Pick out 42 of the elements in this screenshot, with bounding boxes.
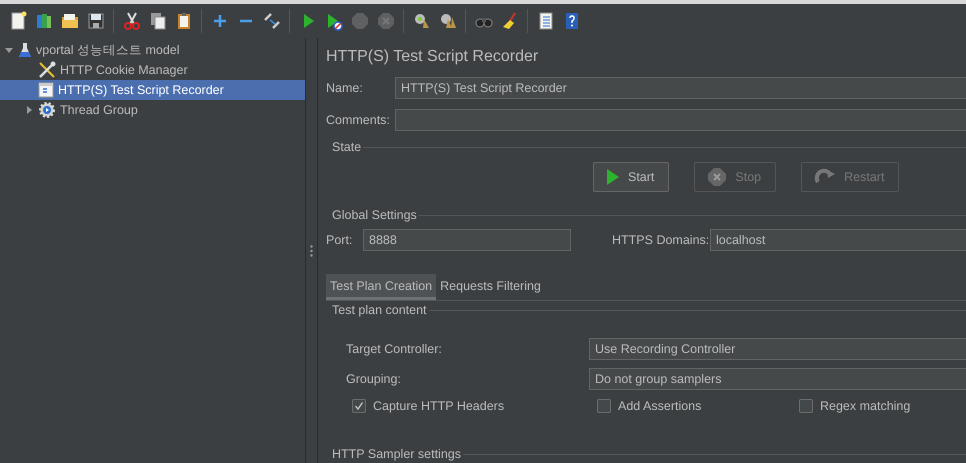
group-title: Test plan content: [332, 303, 427, 317]
gear-icon: [38, 101, 56, 119]
wrench-screwdriver-icon: [38, 61, 56, 79]
tree-item[interactable]: Thread Group: [0, 100, 305, 120]
folder-icon[interactable]: [60, 11, 80, 31]
group-title: HTTP Sampler settings: [332, 447, 461, 461]
checkbox[interactable]: [352, 399, 366, 413]
grouping-dropdown[interactable]: Do not group samplers: [589, 368, 966, 390]
document-icon: [38, 82, 54, 98]
name-label: Name:: [326, 81, 364, 95]
panel-title: HTTP(S) Test Script Recorder: [326, 48, 540, 66]
group-title: Global Settings: [332, 208, 417, 222]
port-label: Port:: [326, 233, 354, 247]
tree-item[interactable]: vportal 성능테스트 model: [0, 40, 305, 60]
tree-item[interactable]: HTTP Cookie Manager: [0, 60, 305, 80]
target-controller-dropdown[interactable]: Use Recording Controller: [589, 338, 966, 360]
checkbox-label: Capture HTTP Headers: [373, 399, 504, 413]
flask-icon: [18, 42, 32, 58]
checkbox-label: Regex matching: [820, 399, 910, 413]
checkbox[interactable]: [597, 399, 611, 413]
splitter-grip-icon[interactable]: [310, 244, 313, 256]
grouping-label: Grouping:: [346, 372, 402, 386]
port-field[interactable]: 8888: [363, 229, 571, 251]
https-domains-field[interactable]: localhost: [710, 229, 966, 251]
group-title: State: [332, 140, 362, 154]
comments-field[interactable]: [395, 109, 966, 131]
checkbox[interactable]: [799, 399, 813, 413]
caret-down-icon[interactable]: [4, 45, 14, 55]
start-button[interactable]: Start: [593, 162, 670, 192]
caret-right-icon[interactable]: [24, 105, 34, 115]
target-controller-label: Target Controller:: [346, 342, 443, 356]
play-icon: [606, 168, 620, 186]
tree-item[interactable]: HTTP(S) Test Script Recorder: [0, 80, 305, 100]
checkbox-label: Add Assertions: [618, 399, 702, 413]
name-field[interactable]: HTTP(S) Test Script Recorder: [395, 77, 966, 99]
tab[interactable]: Requests Filtering: [436, 274, 545, 300]
tab[interactable]: Test Plan Creation: [326, 274, 436, 300]
comments-label: Comments:: [326, 113, 391, 127]
circular-arrow-icon: [814, 168, 836, 186]
scissors-icon[interactable]: [122, 11, 142, 31]
cross-octagon-icon: [707, 167, 728, 187]
https-domains-label: HTTPS Domains:: [612, 233, 710, 247]
